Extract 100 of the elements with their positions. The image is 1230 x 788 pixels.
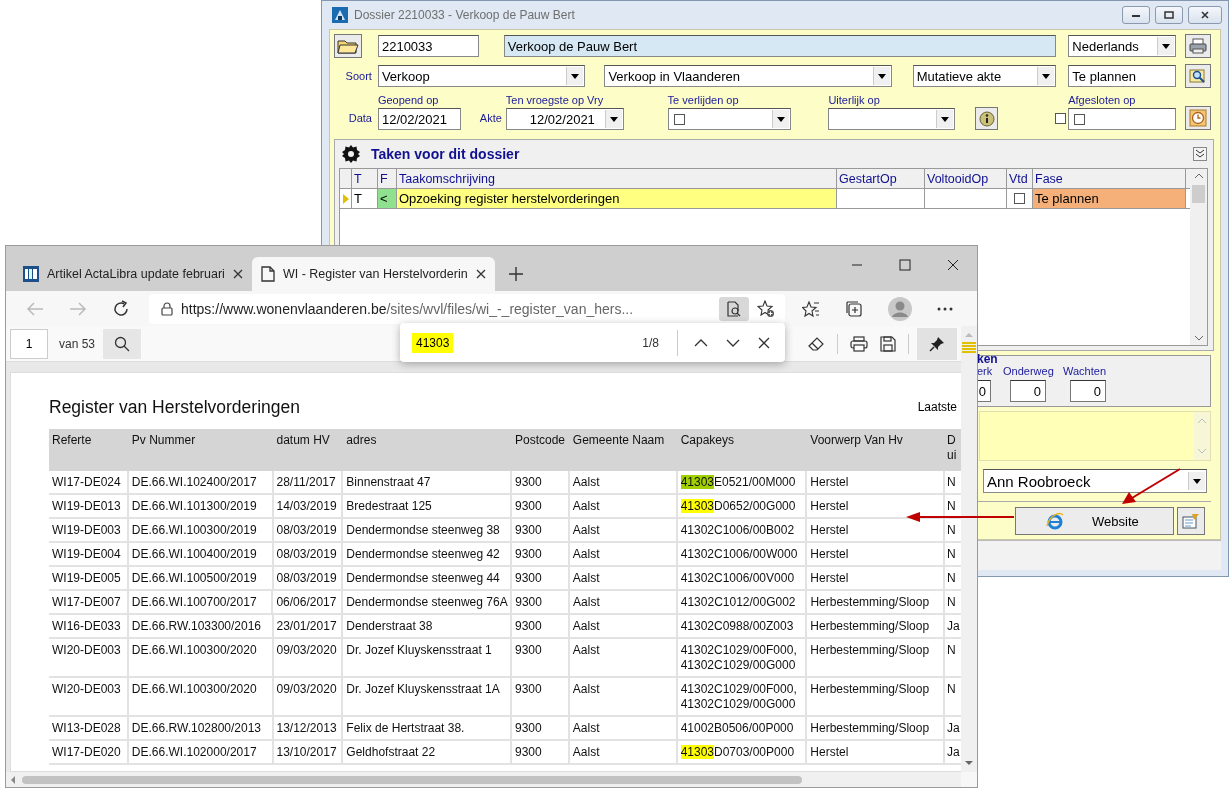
more-icon[interactable]: [937, 306, 953, 311]
checkbox[interactable]: [1014, 193, 1025, 205]
column-header[interactable]: F: [378, 169, 397, 189]
collections-icon[interactable]: [845, 299, 863, 318]
address-cell: Bredestraat 125: [343, 495, 512, 517]
browser-tab[interactable]: WI - Register van Herstelvorderin: [251, 257, 495, 291]
pv-number-cell: DE.66.WI.100700/2017: [128, 591, 274, 613]
info-button[interactable]: [975, 107, 999, 131]
dossier-name-field[interactable]: Verkoop de Pauw Bert: [503, 35, 1057, 58]
scroll-thumb[interactable]: [1192, 185, 1205, 204]
person-dropdown[interactable]: Ann Roobroeck: [983, 469, 1207, 494]
favorites-icon[interactable]: [802, 299, 820, 318]
date-dropdown[interactable]: [667, 108, 792, 131]
status-field[interactable]: Te plannen: [1068, 65, 1177, 88]
reader-button[interactable]: [719, 296, 749, 321]
postcode-cell: 9300: [512, 519, 570, 541]
close-icon[interactable]: [947, 259, 959, 271]
profile-avatar[interactable]: [888, 296, 912, 321]
scrollbar[interactable]: [961, 326, 977, 772]
counter-field: 0: [1010, 380, 1046, 403]
clock-button[interactable]: [1185, 106, 1211, 131]
column-header[interactable]: Fase: [1033, 169, 1186, 189]
print-icon[interactable]: [850, 335, 868, 352]
open-folder-button[interactable]: [334, 34, 362, 59]
scroll-down-icon[interactable]: [964, 760, 974, 766]
caret-icon: [609, 116, 618, 122]
table-cell: Opzoeking register herstelvorderingen: [397, 189, 837, 209]
tasks-title: Taken voor dit dossier: [371, 146, 520, 163]
pv-number-cell: DE.66.RW.102800/2013: [128, 717, 274, 739]
soort-dropdown[interactable]: Verkoop: [377, 65, 586, 88]
search-button[interactable]: [1185, 64, 1211, 89]
next-match-icon[interactable]: [726, 337, 740, 348]
scroll-down-icon[interactable]: [1193, 335, 1204, 342]
checkbox[interactable]: [1055, 113, 1067, 125]
subject-cell: Herbestemming/Sloop: [807, 678, 946, 715]
folder-icon: [336, 38, 359, 55]
reference-cell: WI16-DE033: [49, 615, 129, 637]
scroll-left-icon[interactable]: [10, 774, 16, 785]
scroll-up-icon[interactable]: [1193, 173, 1204, 180]
date-field[interactable]: 12/02/2021: [377, 108, 461, 131]
dossier-number-field[interactable]: 2210033: [377, 35, 479, 58]
page-count: van 53: [59, 336, 96, 351]
website-button[interactable]: Website: [1015, 507, 1174, 536]
site-logo-icon: [23, 266, 39, 282]
subject-cell: Herbestemming/Sloop: [807, 639, 946, 676]
add-favorite-icon[interactable]: [757, 299, 775, 318]
close-icon[interactable]: [758, 336, 770, 349]
address-bar[interactable]: https://www.wonenvlaanderen.be/sites/wvl/files/wi_-_register_van_hers...: [149, 293, 785, 324]
restore-button[interactable]: [1155, 6, 1183, 25]
pv-number-cell: DE.66.WI.101300/2019: [128, 495, 274, 517]
save-icon[interactable]: [880, 335, 896, 352]
maximize-icon[interactable]: [899, 259, 911, 271]
subject-cell: Herstel: [807, 471, 946, 493]
capakey-cell: 41303D0652/00G000: [677, 495, 808, 517]
previous-match-icon[interactable]: [694, 337, 708, 348]
capakey-cell: 41302C0988/00Z003: [677, 615, 808, 637]
date-field[interactable]: [1068, 108, 1177, 131]
search-icon: [1189, 68, 1208, 85]
postcode-cell: 9300: [512, 471, 570, 493]
find-field[interactable]: 41303: [412, 335, 625, 350]
close-tab-icon[interactable]: [232, 269, 243, 279]
collapse-icon[interactable]: [1193, 147, 1207, 162]
pin-button[interactable]: [917, 327, 957, 360]
reference-cell: WI20-DE003: [49, 639, 129, 676]
scrollbar[interactable]: [6, 772, 961, 787]
subject-cell: Herstel: [807, 741, 946, 763]
new-tab-icon[interactable]: [508, 267, 523, 281]
address-cell: Dr. Jozef Kluyskensstraat 1: [343, 639, 512, 676]
subject-cell: Herstel: [807, 543, 946, 565]
minimize-button[interactable]: [1122, 6, 1150, 25]
note-icon: [1182, 513, 1200, 530]
deed-type-dropdown[interactable]: Mutatieve akte: [912, 65, 1057, 88]
edit-button[interactable]: [1177, 507, 1205, 536]
scrollbar[interactable]: [1190, 169, 1207, 346]
counters-title: ken: [977, 353, 999, 366]
pv-number-cell: DE.66.WI.102000/2017: [128, 741, 274, 763]
search-button[interactable]: [103, 328, 142, 359]
checkbox[interactable]: [1074, 113, 1086, 125]
date-dropdown[interactable]: [828, 108, 956, 131]
table-cell-text: N: [946, 546, 957, 563]
printer-button[interactable]: [1185, 34, 1211, 59]
column-header[interactable]: Taakomschrijving: [397, 169, 837, 189]
column-header[interactable]: T: [352, 169, 378, 189]
column-header[interactable]: GestartOp: [837, 169, 925, 189]
date-dropdown[interactable]: 12/02/2021: [505, 108, 624, 131]
language-dropdown[interactable]: Nederlands: [1068, 35, 1177, 58]
postcode-cell: 9300: [512, 678, 570, 715]
region-dropdown[interactable]: Verkoop in Vlaanderen: [604, 65, 892, 88]
pv-number-cell: DE.66.WI.100300/2020: [128, 639, 274, 676]
table-cell-text: N: [946, 642, 957, 659]
subject-cell: Herstel: [807, 567, 946, 589]
page-number-field[interactable]: 1: [10, 328, 48, 359]
column-header: Gemeente Naam: [571, 432, 666, 449]
column-header[interactable]: VoltooidOp: [925, 169, 1007, 189]
document-search-icon: [726, 300, 742, 317]
close-tab-icon[interactable]: [475, 269, 486, 279]
refresh-icon[interactable]: [112, 299, 130, 318]
column-header[interactable]: Vtd: [1007, 169, 1033, 189]
checkbox[interactable]: [673, 113, 685, 125]
close-button[interactable]: [1188, 6, 1222, 25]
